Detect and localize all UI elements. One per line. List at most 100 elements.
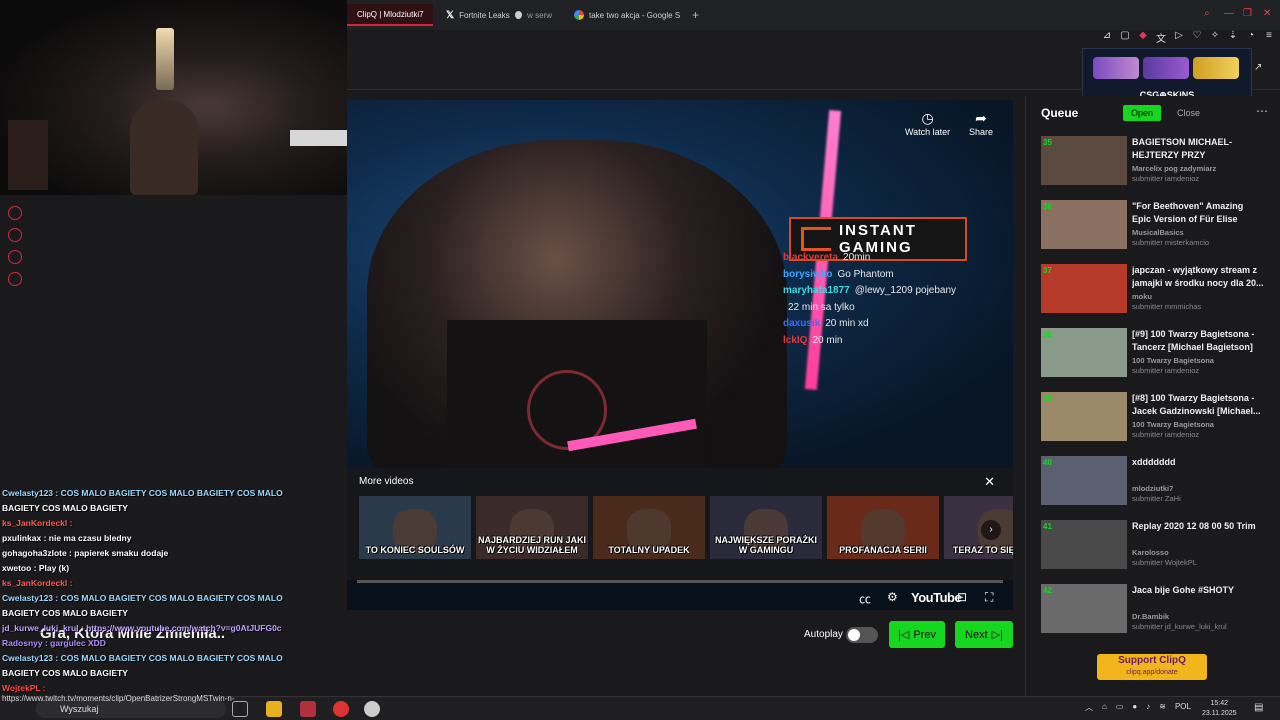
task-view-icon[interactable]: [232, 701, 248, 717]
queue-item-author: 100 Twarzy Bagietsona: [1132, 420, 1214, 429]
app-icon[interactable]: [333, 701, 349, 717]
queue-thumbnail[interactable]: 38: [1041, 328, 1127, 377]
download-icon[interactable]: ⇣: [1228, 30, 1238, 45]
overlay-chat-user: maryhata1877: [783, 285, 850, 296]
history-icon[interactable]: [8, 228, 22, 242]
video-player[interactable]: ◷ Watch later ➦ Share INSTANT GAMING bla…: [347, 100, 1013, 610]
chat-icon[interactable]: [8, 250, 22, 264]
fullscreen-icon[interactable]: ⛶: [985, 590, 993, 605]
chat-line: gohagoha3zlote : papierek smaku dodaje: [2, 548, 169, 558]
wifi-icon[interactable]: ≋: [1159, 702, 1166, 713]
chevron-up-icon[interactable]: ︿: [1085, 702, 1093, 713]
queue-item-title[interactable]: Jaca bije Gohe #SHOTY: [1132, 584, 1264, 597]
network-icon[interactable]: ⌂: [1102, 702, 1107, 713]
play-circle-icon[interactable]: [8, 206, 22, 220]
tab-google-search[interactable]: take two akcja - Google S: [564, 4, 686, 26]
battery-icon[interactable]: ▭: [1116, 702, 1124, 713]
chevron-right-icon[interactable]: ›: [981, 520, 1001, 540]
heart-icon[interactable]: ♡: [1192, 30, 1202, 45]
queue-thumbnail[interactable]: 36: [1041, 200, 1127, 249]
queue-item[interactable]: 36 "For Beethoven" Amazing Epic Version o…: [1041, 200, 1271, 252]
new-tab-button[interactable]: +: [692, 8, 699, 22]
queue-number: 39: [1043, 394, 1052, 403]
clock[interactable]: 15:42 23.11.2025: [1202, 699, 1237, 719]
overlay-chat-user: daxusik: [783, 318, 821, 329]
more-video-thumb[interactable]: NAJWIĘKSZE PORAŻKI W GAMINGU: [710, 496, 822, 559]
language-indicator[interactable]: POL: [1175, 702, 1191, 713]
menu-icon[interactable]: ≡: [1264, 30, 1274, 45]
tab-clipq[interactable]: ClipQ | Mlodziutki7: [347, 4, 433, 26]
tab-fortnite-leaks[interactable]: 𝕏 Fortnite Leaks w serw: [436, 4, 562, 26]
next-button[interactable]: Next ▷|: [955, 621, 1013, 648]
mic-icon[interactable]: ●: [1132, 702, 1137, 713]
queue-thumbnail[interactable]: 41: [1041, 520, 1127, 569]
translate-icon[interactable]: 文: [1156, 30, 1166, 45]
queue-item[interactable]: 41 Replay 2020 12 08 00 50 Trim Karolosso s…: [1041, 520, 1271, 572]
queue-open-button[interactable]: Open: [1123, 105, 1162, 121]
queue-item[interactable]: 35 BAGIETSON MICHAEL-HEJTERZY PRZY WYBIER…: [1041, 136, 1271, 188]
share-button[interactable]: ➦ Share: [969, 110, 993, 137]
youtube-logo[interactable]: YouTube: [911, 590, 962, 605]
more-video-thumb[interactable]: NAJBARDZIEJ RUN JAKI W ŻYCIU WIDZIAŁEM: [476, 496, 588, 559]
settings-icon[interactable]: [8, 272, 22, 286]
cast-icon[interactable]: ⊡: [957, 590, 967, 604]
queue-item-title[interactable]: [#8] 100 Twarzy Bagietsona - Jacek Gadzi…: [1132, 392, 1264, 418]
queue-thumbnail[interactable]: 40: [1041, 456, 1127, 505]
queue-item-title[interactable]: Replay 2020 12 08 00 50 Trim: [1132, 520, 1264, 533]
progress-bar[interactable]: [357, 580, 1003, 583]
close-more-videos-icon[interactable]: ✕: [984, 474, 995, 490]
maximize-icon[interactable]: ❐: [1243, 8, 1252, 19]
queue-item[interactable]: 39 [#8] 100 Twarzy Bagietsona - Jacek Gad…: [1041, 392, 1271, 444]
queue-item-title[interactable]: "For Beethoven" Amazing Epic Version of …: [1132, 200, 1264, 226]
file-explorer-icon[interactable]: [266, 701, 282, 717]
extensions-icon[interactable]: ✧: [1210, 30, 1220, 45]
app-icon[interactable]: [364, 701, 380, 717]
more-video-thumb[interactable]: TO KONIEC SOULSÓW: [359, 496, 471, 559]
settings-icon[interactable]: ⚙: [887, 590, 898, 604]
more-options-icon[interactable]: ⋯: [1256, 104, 1268, 118]
queue-number: 37: [1043, 266, 1052, 275]
more-video-thumb[interactable]: TOTALNY UPADEK: [593, 496, 705, 559]
play-icon[interactable]: ▷: [1174, 30, 1184, 45]
watch-later-button[interactable]: ◷ Watch later: [905, 110, 950, 137]
share-icon: ➦: [975, 110, 987, 126]
support-clipq-button[interactable]: Support ClipQ clipq.app/donate: [1097, 654, 1207, 680]
autoplay-toggle[interactable]: [846, 627, 878, 643]
queue-thumbnail[interactable]: 35: [1041, 136, 1127, 185]
volume-icon[interactable]: ♪: [1146, 702, 1150, 713]
shield-icon[interactable]: ◆: [1138, 30, 1148, 45]
shelf: [8, 120, 48, 190]
queue-item-title[interactable]: BAGIETSON MICHAEL-HEJTERZY PRZY WYBIERAN…: [1132, 136, 1264, 162]
overlay-chat-text: 20 min: [812, 334, 843, 346]
queue-item-title[interactable]: japczan - wyjątkowy stream z jamajki w ś…: [1132, 264, 1264, 290]
thumb-caption: TERAZ TO SIĘ WILEM: [952, 545, 1013, 555]
queue-item[interactable]: 37 japczan - wyjątkowy stream z jamajki w…: [1041, 264, 1271, 316]
more-video-thumb[interactable]: PROFANACJA SERII: [827, 496, 939, 559]
queue-thumbnail[interactable]: 39: [1041, 392, 1127, 441]
queue-close-button[interactable]: Close: [1171, 105, 1206, 121]
thumb-caption: TOTALNY UPADEK: [608, 545, 690, 555]
prev-button[interactable]: |◁ Prev: [889, 621, 945, 648]
opera-browser-icon[interactable]: [300, 701, 316, 717]
pin-icon[interactable]: ⊿: [1102, 30, 1112, 45]
more-video-thumb[interactable]: TERAZ TO SIĘ WILEM: [944, 496, 1013, 559]
queue-item-title[interactable]: [#9] 100 Twarzy Bagietsona - Tancerz [Mi…: [1132, 328, 1264, 354]
subtitles-icon[interactable]: ㏄: [859, 590, 871, 607]
notifications-icon[interactable]: ▤: [1254, 702, 1263, 713]
minimize-icon[interactable]: —: [1224, 8, 1234, 19]
queue-thumbnail[interactable]: 37: [1041, 264, 1127, 313]
search-tabs-icon[interactable]: ⌕: [1204, 8, 1210, 19]
queue-item-submitter: submitter ZaHi: [1132, 494, 1181, 503]
screenshot-icon[interactable]: ▢: [1120, 30, 1130, 45]
queue-item[interactable]: 42 Jaca bije Gohe #SHOTY Dr.Bambik submitte…: [1041, 584, 1271, 636]
queue-thumbnail[interactable]: 42: [1041, 584, 1127, 633]
queue-item[interactable]: 38 [#9] 100 Twarzy Bagietsona - Tancerz […: [1041, 328, 1271, 380]
thumb-caption: PROFANACJA SERII: [839, 545, 927, 555]
video-frame[interactable]: ◷ Watch later ➦ Share INSTANT GAMING bla…: [347, 100, 1013, 468]
profile-icon[interactable]: ◔: [1246, 30, 1256, 45]
ad-arrow-icon[interactable]: ↗: [1254, 62, 1262, 73]
queue-item[interactable]: 40 xddddddd mlodziutki7 submitter ZaHi: [1041, 456, 1271, 508]
queue-item-submitter: submitter mmmichas: [1132, 302, 1202, 311]
close-window-icon[interactable]: ✕: [1263, 8, 1271, 19]
queue-item-title[interactable]: xddddddd: [1132, 456, 1264, 469]
